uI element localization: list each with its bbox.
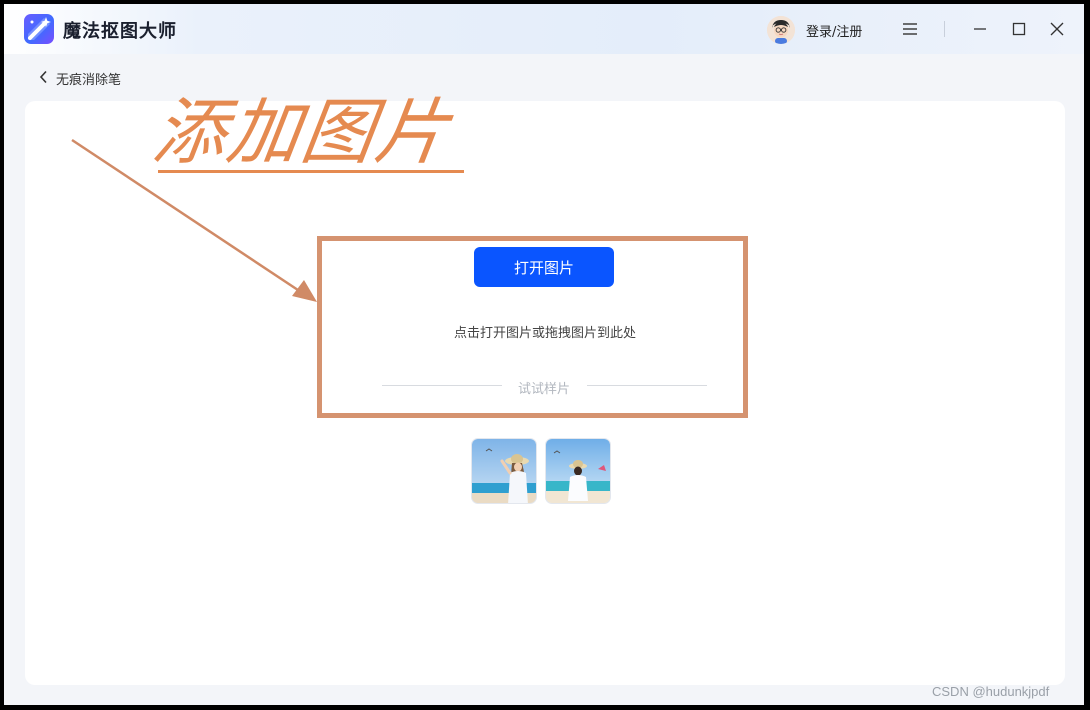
sample-image-2[interactable] (545, 438, 611, 504)
drop-hint-text: 点击打开图片或拖拽图片到此处 (453, 326, 636, 341)
magic-wand-icon (24, 14, 54, 44)
login-register-link[interactable]: 登录/注册 (806, 21, 862, 40)
sample-image-1[interactable] (471, 438, 537, 504)
minimize-icon[interactable] (970, 19, 990, 39)
open-image-button[interactable]: 打开图片 (474, 247, 614, 287)
divider-right (587, 385, 707, 386)
titlebar-separator (944, 21, 945, 37)
user-avatar[interactable] (767, 16, 795, 44)
back-label: 无痕消除笔 (56, 72, 122, 88)
hamburger-menu-icon[interactable] (900, 19, 920, 39)
sample-divider-label: 试试样片 (517, 382, 570, 397)
maximize-icon[interactable] (1009, 19, 1029, 39)
watermark-text: CSDN @hudunkjpdf (932, 684, 1050, 699)
annotation-arrow-icon (71, 138, 317, 302)
app-title: 魔法抠图大师 (63, 21, 177, 42)
divider-left (382, 385, 502, 386)
back-button[interactable]: 无痕消除笔 (38, 68, 121, 88)
title-bar: 魔法抠图大师 登录/注册 (4, 4, 1084, 54)
chevron-left-icon (38, 69, 50, 88)
close-icon[interactable] (1047, 19, 1067, 39)
